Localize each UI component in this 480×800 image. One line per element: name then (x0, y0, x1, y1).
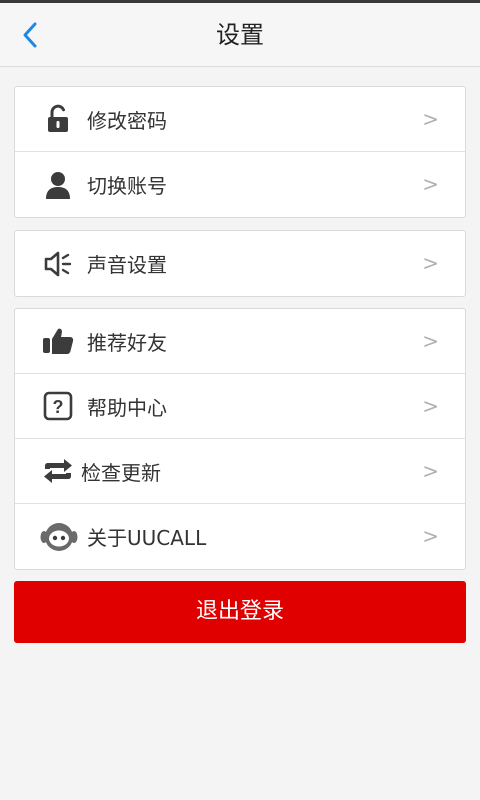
chevron-right-icon: > (422, 172, 439, 196)
settings-item-label: 声音设置 (87, 253, 167, 277)
chevron-right-icon: > (422, 329, 439, 353)
settings-item-label: 检查更新 (81, 460, 161, 485)
user-icon (41, 168, 75, 202)
settings-item-label: 关于UUCALL (87, 526, 207, 550)
settings-item-label: 切换账号 (87, 174, 167, 198)
svg-text:?: ? (53, 397, 64, 417)
settings-group-misc: 推荐好友 > ? 帮助中心 > 检查更新 > 关于UUCALL > (14, 308, 466, 570)
logout-button[interactable]: 退出登录 (14, 581, 466, 643)
refresh-icon (41, 454, 75, 488)
chevron-right-icon: > (422, 524, 439, 548)
chevron-right-icon: > (422, 251, 439, 275)
settings-item-update[interactable]: 检查更新 > (15, 439, 465, 504)
settings-item-change-password[interactable]: 修改密码 > (15, 87, 465, 152)
thumbs-up-icon (41, 324, 75, 358)
settings-item-help[interactable]: ? 帮助中心 > (15, 374, 465, 439)
settings-group-sound: 声音设置 > (14, 230, 466, 297)
settings-item-about[interactable]: 关于UUCALL > (15, 504, 465, 569)
speaker-icon (41, 247, 75, 281)
chevron-right-icon: > (422, 459, 439, 483)
unlock-icon (41, 102, 75, 136)
header-bar: 设置 (0, 3, 480, 67)
page-title: 设置 (216, 21, 264, 49)
settings-group-account: 修改密码 > 切换账号 > (14, 86, 466, 218)
chevron-right-icon: > (422, 394, 439, 418)
settings-item-recommend[interactable]: 推荐好友 > (15, 309, 465, 374)
settings-item-sound[interactable]: 声音设置 > (15, 231, 465, 296)
mascot-icon (39, 520, 79, 554)
settings-item-switch-account[interactable]: 切换账号 > (15, 152, 465, 217)
help-icon: ? (41, 389, 75, 423)
settings-item-label: 帮助中心 (87, 395, 167, 420)
chevron-right-icon: > (422, 107, 439, 131)
settings-item-label: 修改密码 (87, 108, 167, 133)
settings-item-label: 推荐好友 (87, 330, 167, 355)
